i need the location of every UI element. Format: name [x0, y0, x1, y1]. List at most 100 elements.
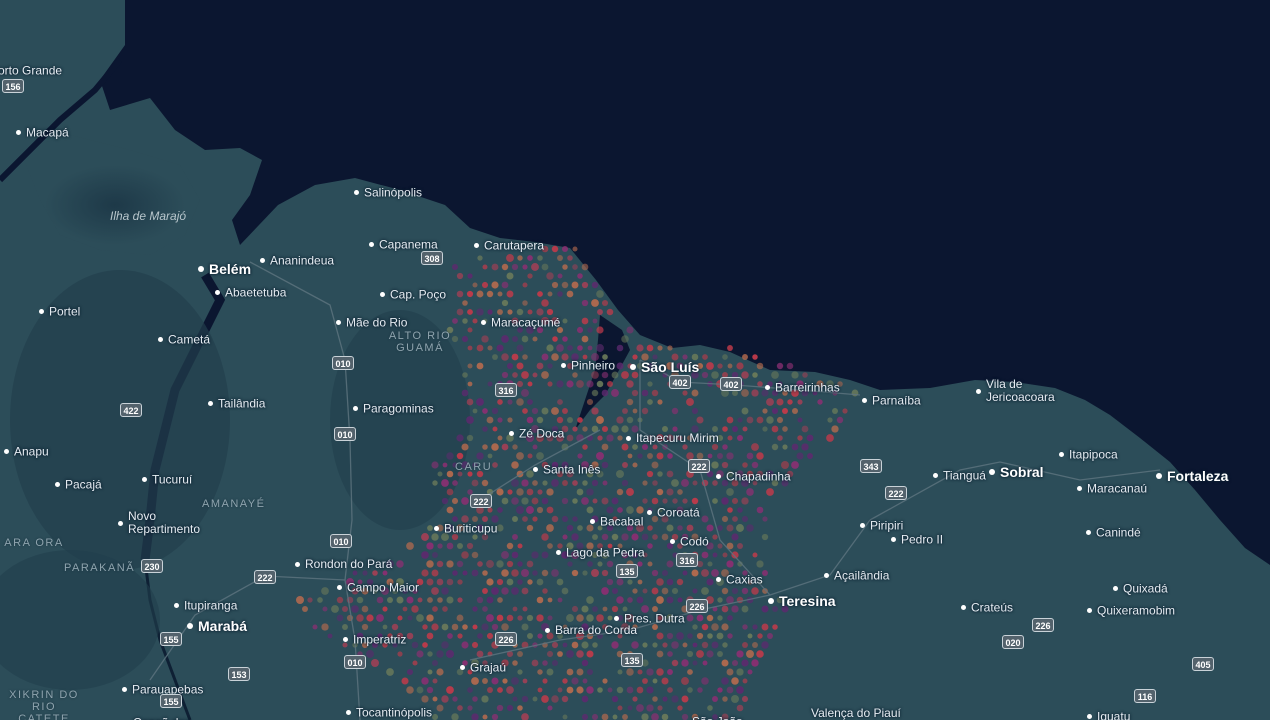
city-label[interactable]: Buriticupu: [434, 522, 497, 535]
hexbin-cell: [497, 399, 503, 405]
city-label[interactable]: Salinópolis: [354, 186, 422, 199]
city-name: Salinópolis: [364, 185, 423, 200]
city-label[interactable]: Portel: [39, 305, 80, 318]
city-label[interactable]: Codó: [670, 535, 709, 548]
hexbin-cell: [761, 533, 769, 541]
city-label[interactable]: Crateús: [961, 601, 1013, 614]
city-label[interactable]: Tocantinópolis: [346, 706, 432, 719]
city-label[interactable]: Caxias: [716, 573, 763, 586]
city-label[interactable]: Macapá: [16, 126, 69, 139]
city-label[interactable]: Itapecuru Mirim: [626, 432, 731, 445]
city-label[interactable]: Tianguá: [933, 469, 986, 482]
city-label[interactable]: Pacajá: [55, 478, 102, 491]
hexbin-cell: [482, 588, 488, 594]
city-label[interactable]: Abaetetuba: [215, 286, 286, 299]
city-label[interactable]: Rondon do Pará: [295, 558, 400, 571]
hexbin-cell: [617, 507, 623, 513]
city-label[interactable]: Paragominas: [353, 402, 434, 415]
hexbin-cell: [627, 453, 633, 459]
city-label[interactable]: Marabá: [187, 619, 247, 633]
city-label[interactable]: Bacabal: [590, 515, 643, 528]
hexbin-cell: [522, 606, 528, 612]
hexbin-cell: [562, 642, 568, 648]
city-label[interactable]: Fortaleza: [1156, 469, 1228, 483]
city-label[interactable]: Ananindeua: [260, 254, 334, 267]
hexbin-cell: [736, 686, 744, 694]
hexbin-cell: [601, 533, 609, 541]
city-label[interactable]: Anapu: [4, 445, 49, 458]
hexbin-cell: [581, 263, 589, 271]
city-label[interactable]: Chapadinha: [716, 470, 791, 483]
city-label[interactable]: Carutapera: [474, 239, 544, 252]
hexbin-cell: [452, 480, 458, 486]
hexbin-cell: [752, 552, 758, 558]
city-label[interactable]: Cap. Poço: [380, 288, 446, 301]
hexbin-cell: [446, 506, 454, 514]
city-marker-icon: [346, 710, 351, 716]
city-label[interactable]: Canindé: [1086, 526, 1141, 539]
city-label[interactable]: Novo Repartimento: [118, 510, 223, 536]
city-label[interactable]: São João: [692, 715, 743, 720]
city-label[interactable]: Zé Doca: [509, 427, 564, 440]
hexbin-cell: [456, 308, 464, 316]
city-label[interactable]: Itapipoca: [1059, 448, 1118, 461]
city-label[interactable]: Belém: [198, 262, 251, 276]
city-label[interactable]: Sobral: [989, 465, 1044, 479]
city-label[interactable]: Valença do Piauí: [811, 707, 906, 720]
hexbin-cell: [436, 578, 444, 586]
city-label[interactable]: Lago da Pedra: [556, 546, 645, 559]
hexbin-cell: [446, 578, 454, 586]
hexbin-cell: [517, 651, 523, 657]
hexbin-cell: [421, 677, 429, 685]
city-label[interactable]: Capanema: [369, 238, 438, 251]
city-label[interactable]: Barreirinhas: [765, 381, 840, 394]
hexbin-cell: [687, 633, 693, 639]
city-label[interactable]: Vila de Jericoacoara: [976, 378, 1081, 404]
city-label[interactable]: Tailândia: [208, 397, 265, 410]
city-label[interactable]: Canaã dos: [133, 716, 191, 720]
hexbin-cell: [746, 524, 754, 532]
city-label[interactable]: Iguatu: [1087, 710, 1130, 720]
city-label[interactable]: Barra do Corda: [545, 624, 650, 637]
city-label[interactable]: Grajaú: [460, 661, 506, 674]
hexbin-cell: [701, 515, 709, 523]
hexbin-cell: [522, 408, 528, 414]
city-label[interactable]: Quixadá: [1113, 582, 1168, 595]
city-label[interactable]: Coroatá: [647, 506, 700, 519]
city-label[interactable]: Teresina: [768, 594, 836, 608]
map-canvas[interactable]: orto Grande Macapá Salinópolis Capanema Caru…: [0, 0, 1270, 720]
city-label[interactable]: Açailândia: [824, 569, 889, 582]
city-label[interactable]: Tucuruí: [142, 473, 192, 486]
city-label[interactable]: Campo Maior: [337, 581, 419, 594]
hexbin-cell: [721, 605, 729, 613]
city-label[interactable]: Mãe do Rio: [336, 316, 407, 329]
city-label[interactable]: Santa Inês: [533, 463, 600, 476]
highway-shield-icon: 316: [495, 383, 517, 397]
hexbin-cell: [532, 336, 538, 342]
hexbin-cell: [451, 263, 459, 271]
hexbin-cell: [496, 560, 504, 568]
city-label[interactable]: Piripiri: [860, 519, 903, 532]
hexbin-cell: [562, 318, 568, 324]
city-label[interactable]: Quixeramobim: [1087, 604, 1175, 617]
city-name: São Luís: [641, 358, 700, 375]
hexbin-cell: [491, 623, 499, 631]
city-label[interactable]: Imperatriz: [343, 633, 406, 646]
city-marker-icon: [716, 577, 721, 583]
hexbin-cell: [466, 290, 474, 298]
hexbin-cell: [461, 443, 469, 451]
city-label[interactable]: Parnaíba: [862, 394, 921, 407]
hexbin-cell: [592, 642, 598, 648]
hexbin-cell: [486, 596, 494, 604]
city-label[interactable]: São Luís: [630, 360, 699, 374]
city-label[interactable]: Maracaçumé: [481, 316, 560, 329]
city-label[interactable]: Pinheiro: [561, 359, 615, 372]
hexbin-cell: [582, 570, 588, 576]
city-label[interactable]: Cametá: [158, 333, 210, 346]
city-label[interactable]: Maracanaú: [1077, 482, 1147, 495]
hexbin-cell: [562, 714, 568, 720]
hexbin-cell: [701, 623, 709, 631]
city-label[interactable]: Itupiranga: [174, 599, 237, 612]
city-label[interactable]: orto Grande: [0, 64, 62, 77]
city-label[interactable]: Pedro II: [891, 533, 943, 546]
